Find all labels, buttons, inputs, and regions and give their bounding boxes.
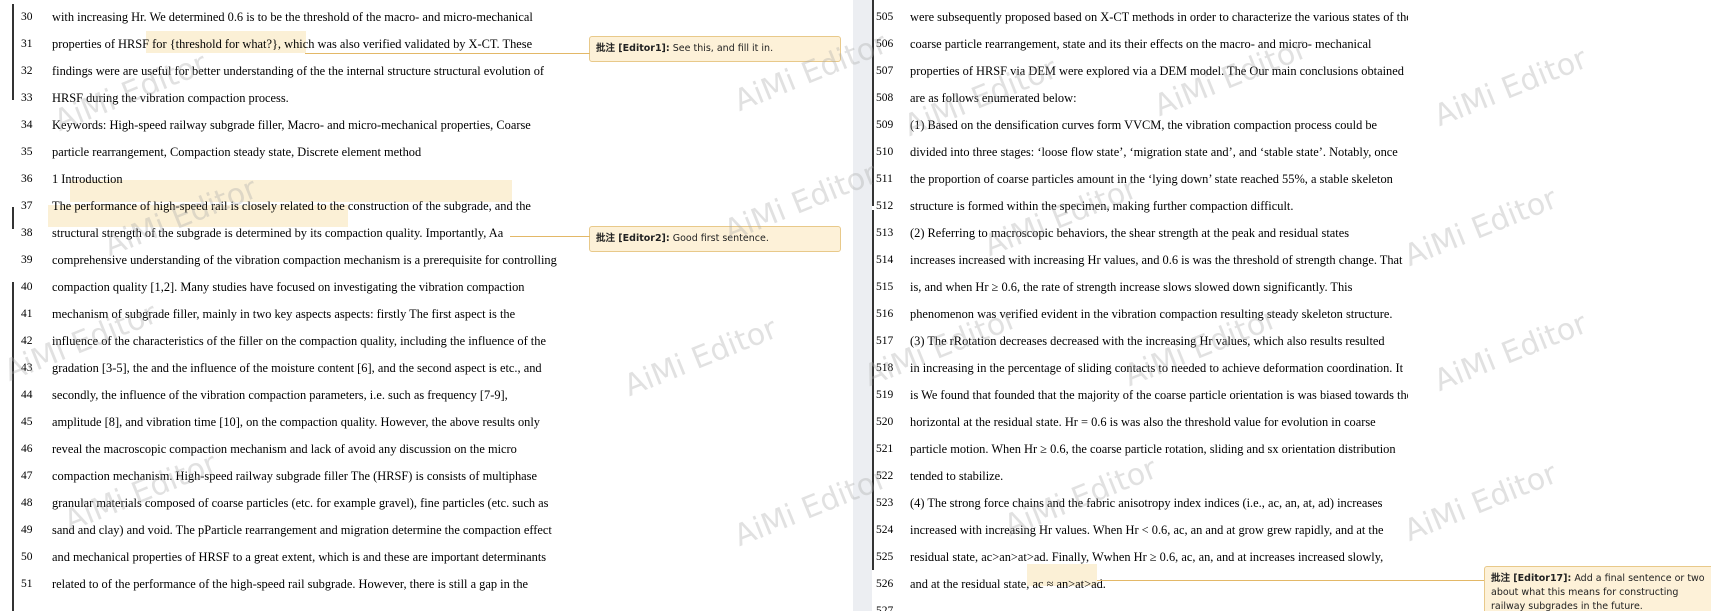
line-text[interactable]: reveal the macroscopic compaction mechan… (52, 436, 558, 463)
line-number: 527 (876, 605, 894, 611)
line-text[interactable]: amplitude [8], and vibration time [10], … (52, 409, 558, 436)
line-text[interactable]: horizontal at the residual state. Hr = 0… (910, 409, 1408, 436)
line-number: 520 (876, 416, 894, 428)
line-text[interactable]: The performance of high-speed rail is cl… (52, 193, 558, 220)
document-page-right: 505 were subsequently proposed based on X… (872, 0, 1711, 611)
line-text[interactable]: mechanism of subgrade filler, mainly in … (52, 301, 558, 328)
line-text[interactable]: and at the residual state, ac ≈ an>at>ad… (910, 571, 1408, 598)
line-text[interactable]: particle motion. When Hr ≥ 0.6, the coar… (910, 436, 1408, 463)
comment-label: 批注 [Editor1]: (596, 43, 670, 54)
line-number: 510 (876, 146, 894, 158)
line-number: 513 (876, 227, 894, 239)
line-number: 512 (876, 200, 894, 212)
comment-balloon[interactable]: 批注 [Editor2]: Good first sentence. (589, 226, 841, 252)
line-text[interactable]: 1 Introduction (52, 166, 558, 193)
line-text[interactable]: increases increased with increasing Hr v… (910, 247, 1408, 274)
comment-connector (510, 236, 590, 237)
line-number: 505 (876, 11, 894, 23)
line-number: 519 (876, 389, 894, 401)
line-number: 523 (876, 497, 894, 509)
line-number: 526 (876, 578, 894, 590)
line-text[interactable]: and mechanical properties of HRSF to a g… (52, 544, 558, 571)
line-number: 514 (876, 254, 894, 266)
line-number: 506 (876, 38, 894, 50)
line-number: 524 (876, 524, 894, 536)
line-text[interactable]: particle rearrangement, Compaction stead… (52, 139, 558, 166)
line-number: 522 (876, 470, 894, 482)
line-text[interactable]: the proportion of coarse particles amoun… (910, 166, 1408, 193)
page-gap (853, 0, 872, 611)
line-text[interactable]: sand and clay) and void. The pParticle r… (52, 517, 558, 544)
line-text[interactable]: are as follows enumerated below: (910, 85, 1408, 112)
line-text[interactable]: influence of the characteristics of the … (52, 328, 558, 355)
line-text[interactable]: divided into three stages: ‘loose flow s… (910, 139, 1408, 166)
line-number: 521 (876, 443, 894, 455)
line-text[interactable]: related to of the performance of the hig… (52, 571, 558, 598)
comment-balloon[interactable]: 批注 [Editor17]: Add a final sentence or t… (1484, 566, 1711, 611)
comment-connector (305, 53, 590, 54)
line-text[interactable]: gradation [3-5], the and the influence o… (52, 355, 558, 382)
line-text[interactable]: coarse particle rearrangement, state and… (910, 31, 1408, 58)
line-number: 518 (876, 362, 894, 374)
line-text[interactable]: tended to stabilize. (910, 463, 1408, 490)
line-text[interactable]: Keywords: High-speed railway subgrade fi… (52, 112, 558, 139)
line-number: 507 (876, 65, 894, 77)
line-number: 525 (876, 551, 894, 563)
line-text[interactable]: (1) Based on the densification curves fo… (910, 112, 1408, 139)
comment-label: 批注 [Editor17]: (1491, 573, 1572, 584)
line-text[interactable]: granular materials composed of coarse pa… (52, 490, 558, 517)
line-number: 515 (876, 281, 894, 293)
line-text[interactable]: structural strength of the subgrade is d… (52, 220, 558, 247)
comment-margin: 批注 [Editor17]: Add a final sentence or t… (1412, 0, 1711, 611)
line-text[interactable]: comprehensive understanding of the vibra… (52, 247, 558, 274)
comment-connector (1097, 580, 1484, 581)
comment-label: 批注 [Editor2]: (596, 233, 670, 244)
line-number: 511 (876, 173, 893, 185)
line-text[interactable]: residual state, ac>an>at>ad. Finally, Ww… (910, 544, 1408, 571)
line-text[interactable]: were subsequently proposed based on X-CT… (910, 4, 1408, 31)
line-text[interactable]: phenomenon was verified evident in the v… (910, 301, 1408, 328)
line-text[interactable]: (2) Referring to macroscopic behaviors, … (910, 220, 1408, 247)
line-number: 509 (876, 119, 894, 131)
line-number: 517 (876, 335, 894, 347)
line-text[interactable]: findings were are useful for better unde… (52, 58, 558, 85)
line-text[interactable]: with increasing Hr. We determined 0.6 is… (52, 4, 558, 31)
comment-balloon[interactable]: 批注 [Editor1]: See this, and fill it in. (589, 36, 841, 62)
line-number: 516 (876, 308, 894, 320)
line-text[interactable]: increased with increasing Hr values. Whe… (910, 517, 1408, 544)
line-text[interactable]: in increasing in the percentage of slidi… (910, 355, 1408, 382)
line-text[interactable]: is We found that founded that the majori… (910, 382, 1408, 409)
line-text[interactable]: compaction mechanism. High-speed railway… (52, 463, 558, 490)
document-page-left: 30 with increasing Hr. We determined 0.6 … (0, 0, 853, 611)
comment-text: Good first sentence. (672, 233, 769, 244)
line-text[interactable]: structure is formed within the specimen,… (910, 193, 1408, 220)
line-text[interactable]: compaction quality [1,2]. Many studies h… (52, 274, 558, 301)
line-text[interactable]: HRSF during the vibration compaction pro… (52, 85, 558, 112)
comment-text: See this, and fill it in. (672, 43, 774, 54)
line-text[interactable]: (4) The strong force chains and the fabr… (910, 490, 1408, 517)
line-text[interactable]: is, and when Hr ≥ 0.6, the rate of stren… (910, 274, 1408, 301)
line-text[interactable]: (3) The rRotation decreases decreased wi… (910, 328, 1408, 355)
comment-margin: 批注 [Editor1]: See this, and fill it in. … (560, 0, 853, 611)
line-text[interactable]: secondly, the influence of the vibration… (52, 382, 558, 409)
line-number: 508 (876, 92, 894, 104)
line-text[interactable]: properties of HRSF via DEM were explored… (910, 58, 1408, 85)
